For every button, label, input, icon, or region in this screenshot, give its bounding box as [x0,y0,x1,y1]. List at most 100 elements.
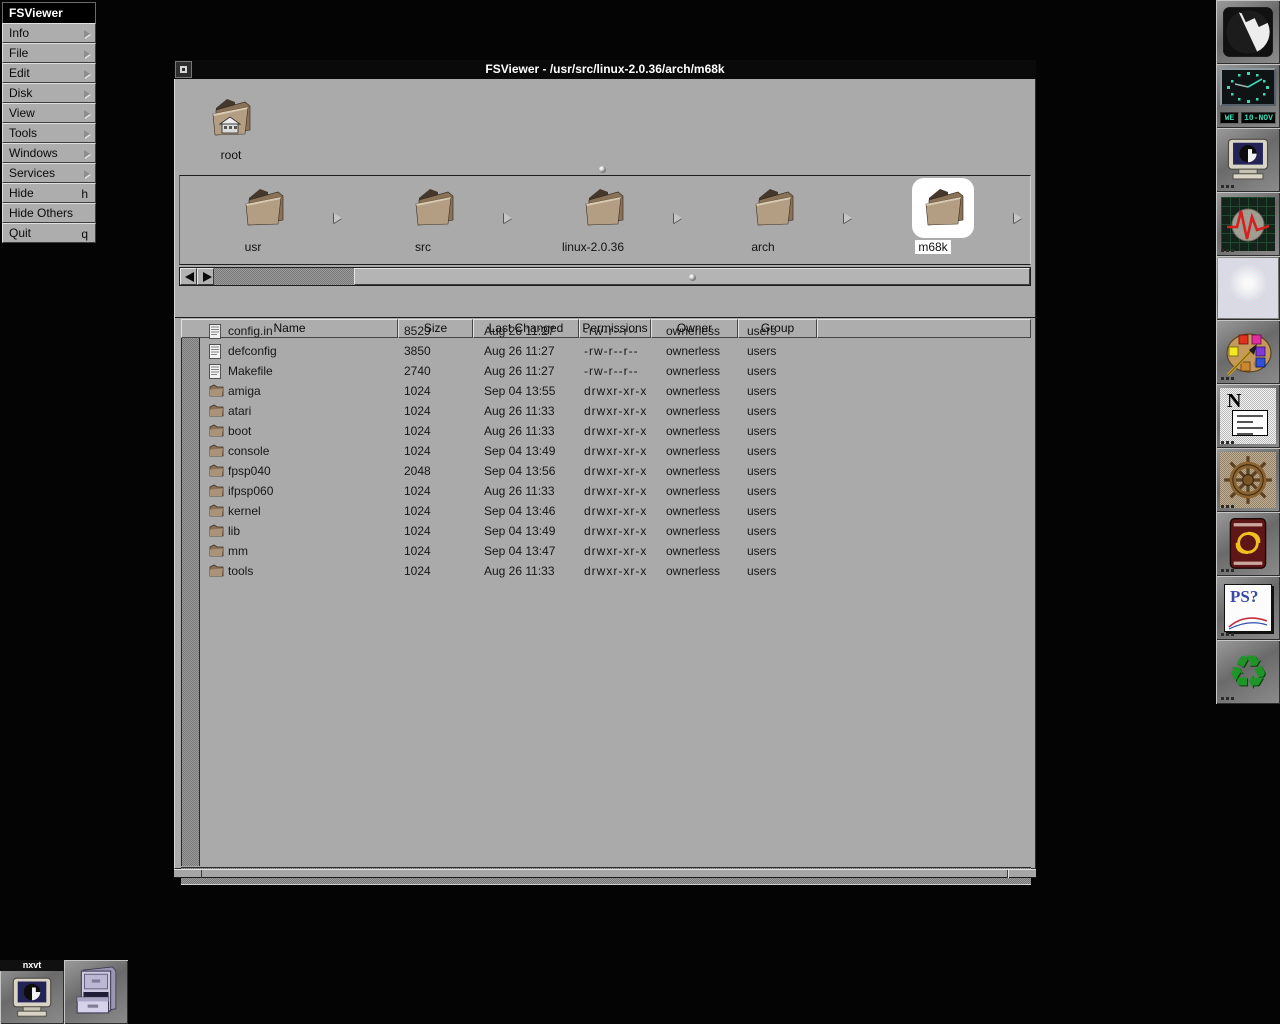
table-row[interactable]: defconfig 3850 Aug 26 11:27 -rw-r--r-- o… [204,341,1031,361]
running-dots [1221,377,1224,380]
file-changed: Aug 26 11:33 [484,424,555,438]
table-row[interactable]: boot 1024 Aug 26 11:33 drwxr-xr-x ownerl… [204,421,1031,441]
scrollbar-track[interactable] [214,268,354,285]
table-row[interactable]: ifpsp060 1024 Aug 26 11:33 drwxr-xr-x ow… [204,481,1031,501]
menu-item[interactable]: File [2,43,96,63]
table-row[interactable]: console 1024 Sep 04 13:49 drwxr-xr-x own… [204,441,1031,461]
table-row[interactable]: mm 1024 Sep 04 13:47 drwxr-xr-x ownerles… [204,541,1031,561]
file-permissions: drwxr-xr-x [584,484,647,498]
file-group: users [747,524,776,538]
shelf-resize-knob[interactable] [599,166,606,173]
menu-item[interactable]: Disk [2,83,96,103]
file-owner: ownerless [666,324,720,338]
running-dots [1221,569,1224,572]
file-owner: ownerless [666,344,720,358]
table-row[interactable]: tools 1024 Aug 26 11:33 drwxr-xr-x owner… [204,561,1031,581]
browser-folder[interactable]: arch [690,176,860,264]
dock-tile-mailbox[interactable] [1216,512,1280,576]
file-name: config.in [228,324,273,338]
file-cabinet-icon [73,964,119,1020]
file-owner: ownerless [666,384,720,398]
appicon-fsviewer[interactable] [64,960,128,1024]
resize-right-cap[interactable] [1008,870,1036,878]
menu-item-label: View [9,106,35,120]
table-row[interactable]: kernel 1024 Sep 04 13:46 drwxr-xr-x owne… [204,501,1031,521]
browser-folder[interactable]: usr [180,176,350,264]
file-group: users [747,544,776,558]
submenu-arrow-icon [84,150,90,158]
menu-item[interactable]: Tools [2,123,96,143]
dock-tile-clock[interactable]: WE 10-NOV [1216,64,1280,128]
menu-item-label: Disk [9,86,32,100]
app-menu: FSViewer Info File Edit [2,2,96,243]
table-row[interactable]: atari 1024 Aug 26 11:33 drwxr-xr-x owner… [204,401,1031,421]
desktop: FSViewer Info File Edit [0,0,1280,1024]
file-size: 1024 [404,404,431,418]
file-group: users [747,344,776,358]
dock-tile-pulse-monitor[interactable] [1216,192,1280,256]
monitor-icon [1225,137,1271,183]
file-permissions: drwxr-xr-x [584,524,647,538]
heartbeat-icon [1221,197,1275,251]
dock-tile-ship-wheel[interactable] [1216,448,1280,512]
app-menu-title[interactable]: FSViewer [2,2,96,23]
file-group: users [747,504,776,518]
browser-scrollbar [179,267,1031,286]
scroll-right-button[interactable] [197,268,214,285]
scroll-left-button[interactable] [180,268,197,285]
folder-icon [920,183,968,231]
dock-tile-monitor[interactable] [1216,128,1280,192]
dock-tile-text-editor[interactable]: N [1216,384,1280,448]
menu-item[interactable]: Hide h [2,183,96,203]
running-dots [1221,441,1224,444]
file-changed: Aug 26 11:27 [484,344,555,358]
menu-item[interactable]: Info [2,23,96,43]
menu-item[interactable]: Windows [2,143,96,163]
file-name: console [228,444,269,458]
dock-tile-ghost-noise[interactable] [1216,256,1280,320]
table-row[interactable]: config.in 8529 Aug 26 11:27 -rw-r--r-- o… [204,321,1031,341]
file-name: ifpsp060 [228,484,273,498]
file-changed: Aug 26 11:33 [484,564,555,578]
table-row[interactable]: Makefile 2740 Aug 26 11:27 -rw-r--r-- ow… [204,361,1031,381]
table-row[interactable]: lib 1024 Sep 04 13:49 drwxr-xr-x ownerle… [204,521,1031,541]
file-permissions: drwxr-xr-x [584,464,647,478]
file-owner: ownerless [666,464,720,478]
window-resizebar[interactable] [174,869,1036,878]
file-name: kernel [228,504,261,518]
menu-item[interactable]: Quit q [2,223,96,243]
file-group: users [747,484,776,498]
menu-item[interactable]: Edit [2,63,96,83]
file-changed: Sep 04 13:47 [484,544,555,558]
file-owner: ownerless [666,424,720,438]
table-row[interactable]: fpsp040 2048 Sep 04 13:56 drwxr-xr-x own… [204,461,1031,481]
window-titlebar[interactable]: FSViewer - /usr/src/linux-2.0.36/arch/m6… [174,60,1036,79]
dock-tile-windowmaker[interactable] [1216,0,1280,64]
file-group: users [747,564,776,578]
file-size: 1024 [404,504,431,518]
miniwindow-nxvt[interactable]: nxvt [0,960,64,1024]
menu-item[interactable]: Services [2,163,96,183]
table-row[interactable]: amiga 1024 Sep 04 13:55 drwxr-xr-x owner… [204,381,1031,401]
file-changed: Sep 04 13:49 [484,444,555,458]
miniwindow-title: nxvt [0,960,64,971]
file-permissions: drwxr-xr-x [584,384,647,398]
browser-folder[interactable]: m68k [860,176,1030,264]
folder-icon [240,183,288,231]
file-group: users [747,464,776,478]
dock-tile-recycler[interactable]: ♻ [1216,640,1280,704]
dock-tile-paint-palette[interactable] [1216,320,1280,384]
dock-tile-postscript-viewer[interactable]: PS? [1216,576,1280,640]
menu-item[interactable]: View [2,103,96,123]
resize-left-cap[interactable] [174,870,202,878]
menu-item[interactable]: Hide Others [2,203,96,223]
menu-item-label: Hide Others [9,206,73,220]
shelf-item-root[interactable]: root [199,93,263,162]
scrollbar-thumb[interactable] [354,268,1030,285]
browser-folder[interactable]: linux-2.0.36 [520,176,690,264]
list-vertical-scrollbar[interactable] [181,338,200,866]
file-owner: ownerless [666,544,720,558]
browser-folder[interactable]: src [350,176,520,264]
file-size: 1024 [404,484,431,498]
miniaturize-button[interactable] [175,61,192,78]
